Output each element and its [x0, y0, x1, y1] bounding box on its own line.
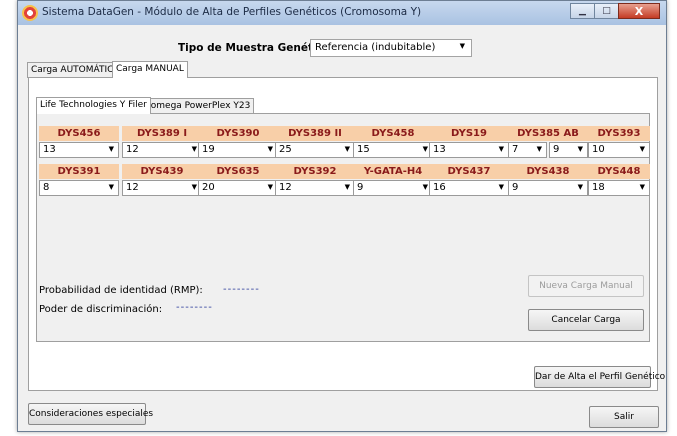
- chevron-down-icon: ▼: [422, 145, 428, 153]
- marker-dys385-ab: DYS385 AB 7 ▼ 9 ▼: [508, 126, 588, 162]
- allele-dropdown[interactable]: 12 ▼: [122, 180, 202, 196]
- manual-load-panel: Life Technologies Y Filer Promega PowerP…: [28, 77, 665, 391]
- marker-name: DYS390: [198, 126, 278, 141]
- tab-carga-manual[interactable]: Carga MANUAL: [112, 61, 188, 78]
- marker-y-gata-h4: Y-GATA-H4 9 ▼: [353, 164, 433, 200]
- chevron-down-icon: ▼: [108, 183, 114, 191]
- chevron-down-icon: ▼: [108, 145, 114, 153]
- allele-dropdown[interactable]: 25 ▼: [275, 142, 355, 158]
- marker-dys389-i: DYS389 I 12 ▼: [122, 126, 202, 162]
- chevron-down-icon: ▼: [498, 145, 504, 153]
- chevron-down-icon: ▼: [191, 145, 197, 153]
- chevron-down-icon: ▼: [267, 145, 273, 153]
- marker-name: DYS458: [353, 126, 433, 141]
- special-considerations-button[interactable]: Consideraciones especiales: [28, 403, 153, 425]
- marker-name: DYS391: [39, 164, 119, 179]
- allele-dropdown[interactable]: 13 ▼: [429, 142, 509, 158]
- exit-button[interactable]: Salir: [589, 406, 659, 428]
- marker-name: DYS438: [508, 164, 588, 179]
- marker-dys439: DYS439 12 ▼: [122, 164, 202, 200]
- chevron-down-icon: ▼: [577, 183, 583, 191]
- allele-dropdown[interactable]: 15 ▼: [353, 142, 433, 158]
- allele-a-dropdown[interactable]: 7 ▼: [508, 142, 547, 158]
- marker-name: DYS392: [275, 164, 355, 179]
- marker-dys437: DYS437 16 ▼: [429, 164, 509, 200]
- marker-dys19: DYS19 13 ▼: [429, 126, 509, 162]
- chevron-down-icon: ▼: [577, 145, 583, 153]
- allele-dropdown[interactable]: 18 ▼: [588, 180, 650, 196]
- marker-dys456: DYS456 13 ▼: [39, 126, 119, 162]
- allele-dropdown[interactable]: 13 ▼: [39, 142, 119, 158]
- sample-type-value: Referencia (indubitable): [315, 42, 436, 53]
- marker-dys393: DYS393 10 ▼: [588, 126, 650, 162]
- marker-dys392: DYS392 12 ▼: [275, 164, 355, 200]
- rmp-value: --------: [223, 284, 260, 295]
- chevron-down-icon: ▼: [344, 145, 350, 153]
- marker-name: DYS448: [588, 164, 650, 179]
- marker-name: DYS437: [429, 164, 509, 179]
- allele-dropdown[interactable]: 12 ▼: [122, 142, 202, 158]
- close-icon[interactable]: X: [618, 3, 660, 19]
- chevron-down-icon: ▼: [459, 42, 465, 50]
- tab-promega-powerplex-y23[interactable]: Promega PowerPlex Y23: [138, 98, 255, 114]
- marker-dys458: DYS458 15 ▼: [353, 126, 433, 162]
- chevron-down-icon: ▼: [639, 145, 645, 153]
- allele-dropdown[interactable]: 10 ▼: [588, 142, 650, 158]
- marker-name: DYS389 II: [275, 126, 355, 141]
- marker-name: DYS439: [122, 164, 202, 179]
- register-profile-button[interactable]: Dar de Alta el Perfil Genético: [534, 366, 665, 388]
- tab-life-technologies-yfiler[interactable]: Life Technologies Y Filer: [36, 97, 151, 114]
- allele-dropdown[interactable]: 19 ▼: [198, 142, 278, 158]
- marker-name: DYS635: [198, 164, 278, 179]
- allele-dropdown[interactable]: 9 ▼: [353, 180, 433, 196]
- marker-panel: DYS456 13 ▼ DYS389 I 12 ▼ DYS390 19 ▼ DYS38…: [36, 113, 650, 342]
- minimize-icon[interactable]: ▁: [570, 3, 595, 19]
- main-window: Sistema DataGen - Módulo de Alta de Perf…: [17, 0, 667, 432]
- window-controls: ▁ □ X: [570, 3, 660, 19]
- tab-carga-automatica[interactable]: Carga AUTOMÁTICA: [27, 62, 124, 78]
- discrimination-power-label: Poder de discriminación:: [39, 304, 163, 315]
- allele-dropdown[interactable]: 20 ▼: [198, 180, 278, 196]
- chevron-down-icon: ▼: [639, 183, 645, 191]
- marker-dys635: DYS635 20 ▼: [198, 164, 278, 200]
- marker-name: Y-GATA-H4: [353, 164, 433, 179]
- new-manual-load-button[interactable]: Nueva Carga Manual: [528, 275, 644, 297]
- chevron-down-icon: ▼: [191, 183, 197, 191]
- marker-dys438: DYS438 9 ▼: [508, 164, 588, 200]
- sample-type-dropdown[interactable]: Referencia (indubitable) ▼: [310, 39, 472, 57]
- marker-dys389-ii: DYS389 II 25 ▼: [275, 126, 355, 162]
- discrimination-power-value: --------: [176, 302, 213, 313]
- marker-dys390: DYS390 19 ▼: [198, 126, 278, 162]
- title-bar: Sistema DataGen - Módulo de Alta de Perf…: [18, 1, 666, 25]
- allele-dropdown[interactable]: 16 ▼: [429, 180, 509, 196]
- allele-b-dropdown[interactable]: 9 ▼: [549, 142, 588, 158]
- cancel-load-button[interactable]: Cancelar Carga: [528, 309, 644, 331]
- chevron-down-icon: ▼: [267, 183, 273, 191]
- window-title: Sistema DataGen - Módulo de Alta de Perf…: [42, 6, 422, 18]
- maximize-icon[interactable]: □: [594, 3, 619, 19]
- allele-dropdown[interactable]: 8 ▼: [39, 180, 119, 196]
- marker-dys448: DYS448 18 ▼: [588, 164, 650, 200]
- marker-name: DYS19: [429, 126, 509, 141]
- chevron-down-icon: ▼: [422, 183, 428, 191]
- marker-dys391: DYS391 8 ▼: [39, 164, 119, 200]
- allele-dropdown[interactable]: 9 ▼: [508, 180, 588, 196]
- marker-name: DYS393: [588, 126, 650, 141]
- chevron-down-icon: ▼: [344, 183, 350, 191]
- marker-name: DYS385 AB: [508, 126, 588, 141]
- marker-name: DYS389 I: [122, 126, 202, 141]
- rmp-label: Probabilidad de identidad (RMP):: [39, 285, 203, 296]
- chevron-down-icon: ▼: [536, 145, 542, 153]
- app-logo-icon: [22, 5, 38, 21]
- allele-dropdown[interactable]: 12 ▼: [275, 180, 355, 196]
- chevron-down-icon: ▼: [498, 183, 504, 191]
- marker-name: DYS456: [39, 126, 119, 141]
